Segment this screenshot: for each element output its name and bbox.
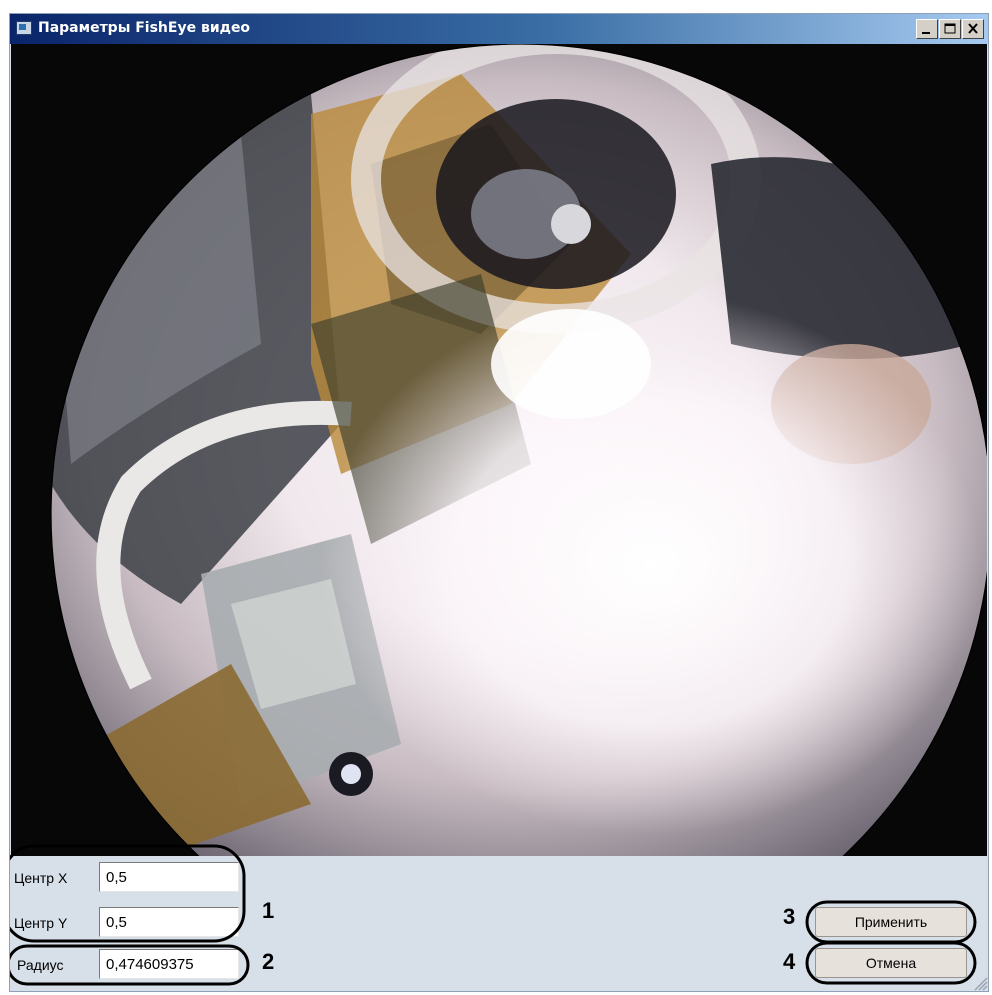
callout-oval-3 [805, 900, 977, 944]
callout-number-4: 4 [783, 949, 796, 974]
callout-number-1: 1 [262, 898, 275, 923]
callout-oval-4 [805, 941, 977, 985]
callout-annotations [10, 844, 977, 986]
callout-number-2: 2 [262, 949, 275, 974]
fisheye-parameters-window: Параметры FishEye видео Центр X 0,5 Цент… [9, 13, 989, 992]
callout-number-3: 3 [783, 904, 796, 929]
callout-oval-2 [10, 944, 250, 986]
callout-oval-1 [10, 844, 246, 943]
